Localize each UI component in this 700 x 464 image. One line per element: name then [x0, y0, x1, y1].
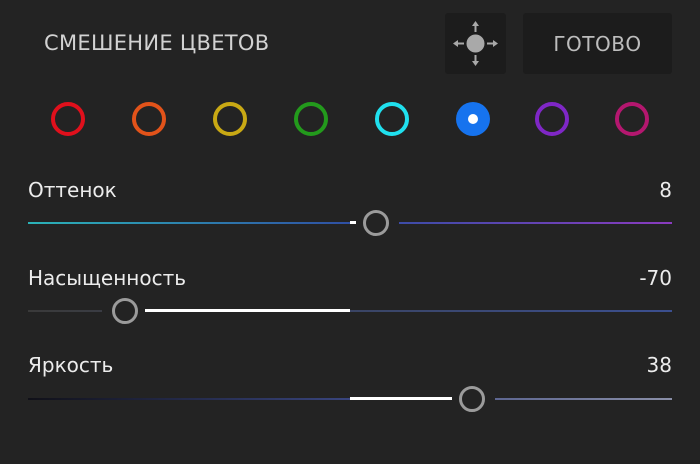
swatch-blue[interactable] [456, 102, 490, 136]
swatch-aqua[interactable] [375, 102, 409, 136]
hue-label: Оттенок [28, 178, 117, 202]
color-swatches [0, 102, 700, 142]
hue-slider-track[interactable] [28, 210, 672, 236]
swatch-purple[interactable] [535, 102, 569, 136]
luminance-slider-track[interactable] [28, 386, 672, 412]
luminance-value: 38 [646, 353, 672, 377]
swatch-yellow[interactable] [213, 102, 247, 136]
swatch-red[interactable] [51, 102, 85, 136]
targeted-adjustment-button[interactable] [445, 13, 506, 74]
swatch-green[interactable] [294, 102, 328, 136]
luminance-label: Яркость [28, 353, 114, 377]
page-title: СМЕШЕНИЕ ЦВЕТОВ [44, 31, 270, 55]
saturation-slider-thumb[interactable] [111, 298, 138, 324]
hue-fill [350, 221, 356, 224]
swatch-magenta[interactable] [615, 102, 649, 136]
saturation-value: -70 [639, 266, 672, 290]
luminance-fill [350, 397, 453, 400]
done-button[interactable]: ГОТОВО [523, 13, 672, 74]
saturation-slider-track[interactable] [28, 298, 672, 324]
hue-value: 8 [659, 178, 672, 202]
swatch-orange[interactable] [132, 102, 166, 136]
hue-slider-thumb[interactable] [362, 210, 389, 236]
move-arrows-icon [453, 21, 498, 66]
saturation-label: Насыщенность [28, 266, 187, 290]
saturation-fill [144, 309, 350, 312]
luminance-slider-thumb[interactable] [459, 386, 486, 412]
selected-dot-icon [468, 114, 478, 124]
